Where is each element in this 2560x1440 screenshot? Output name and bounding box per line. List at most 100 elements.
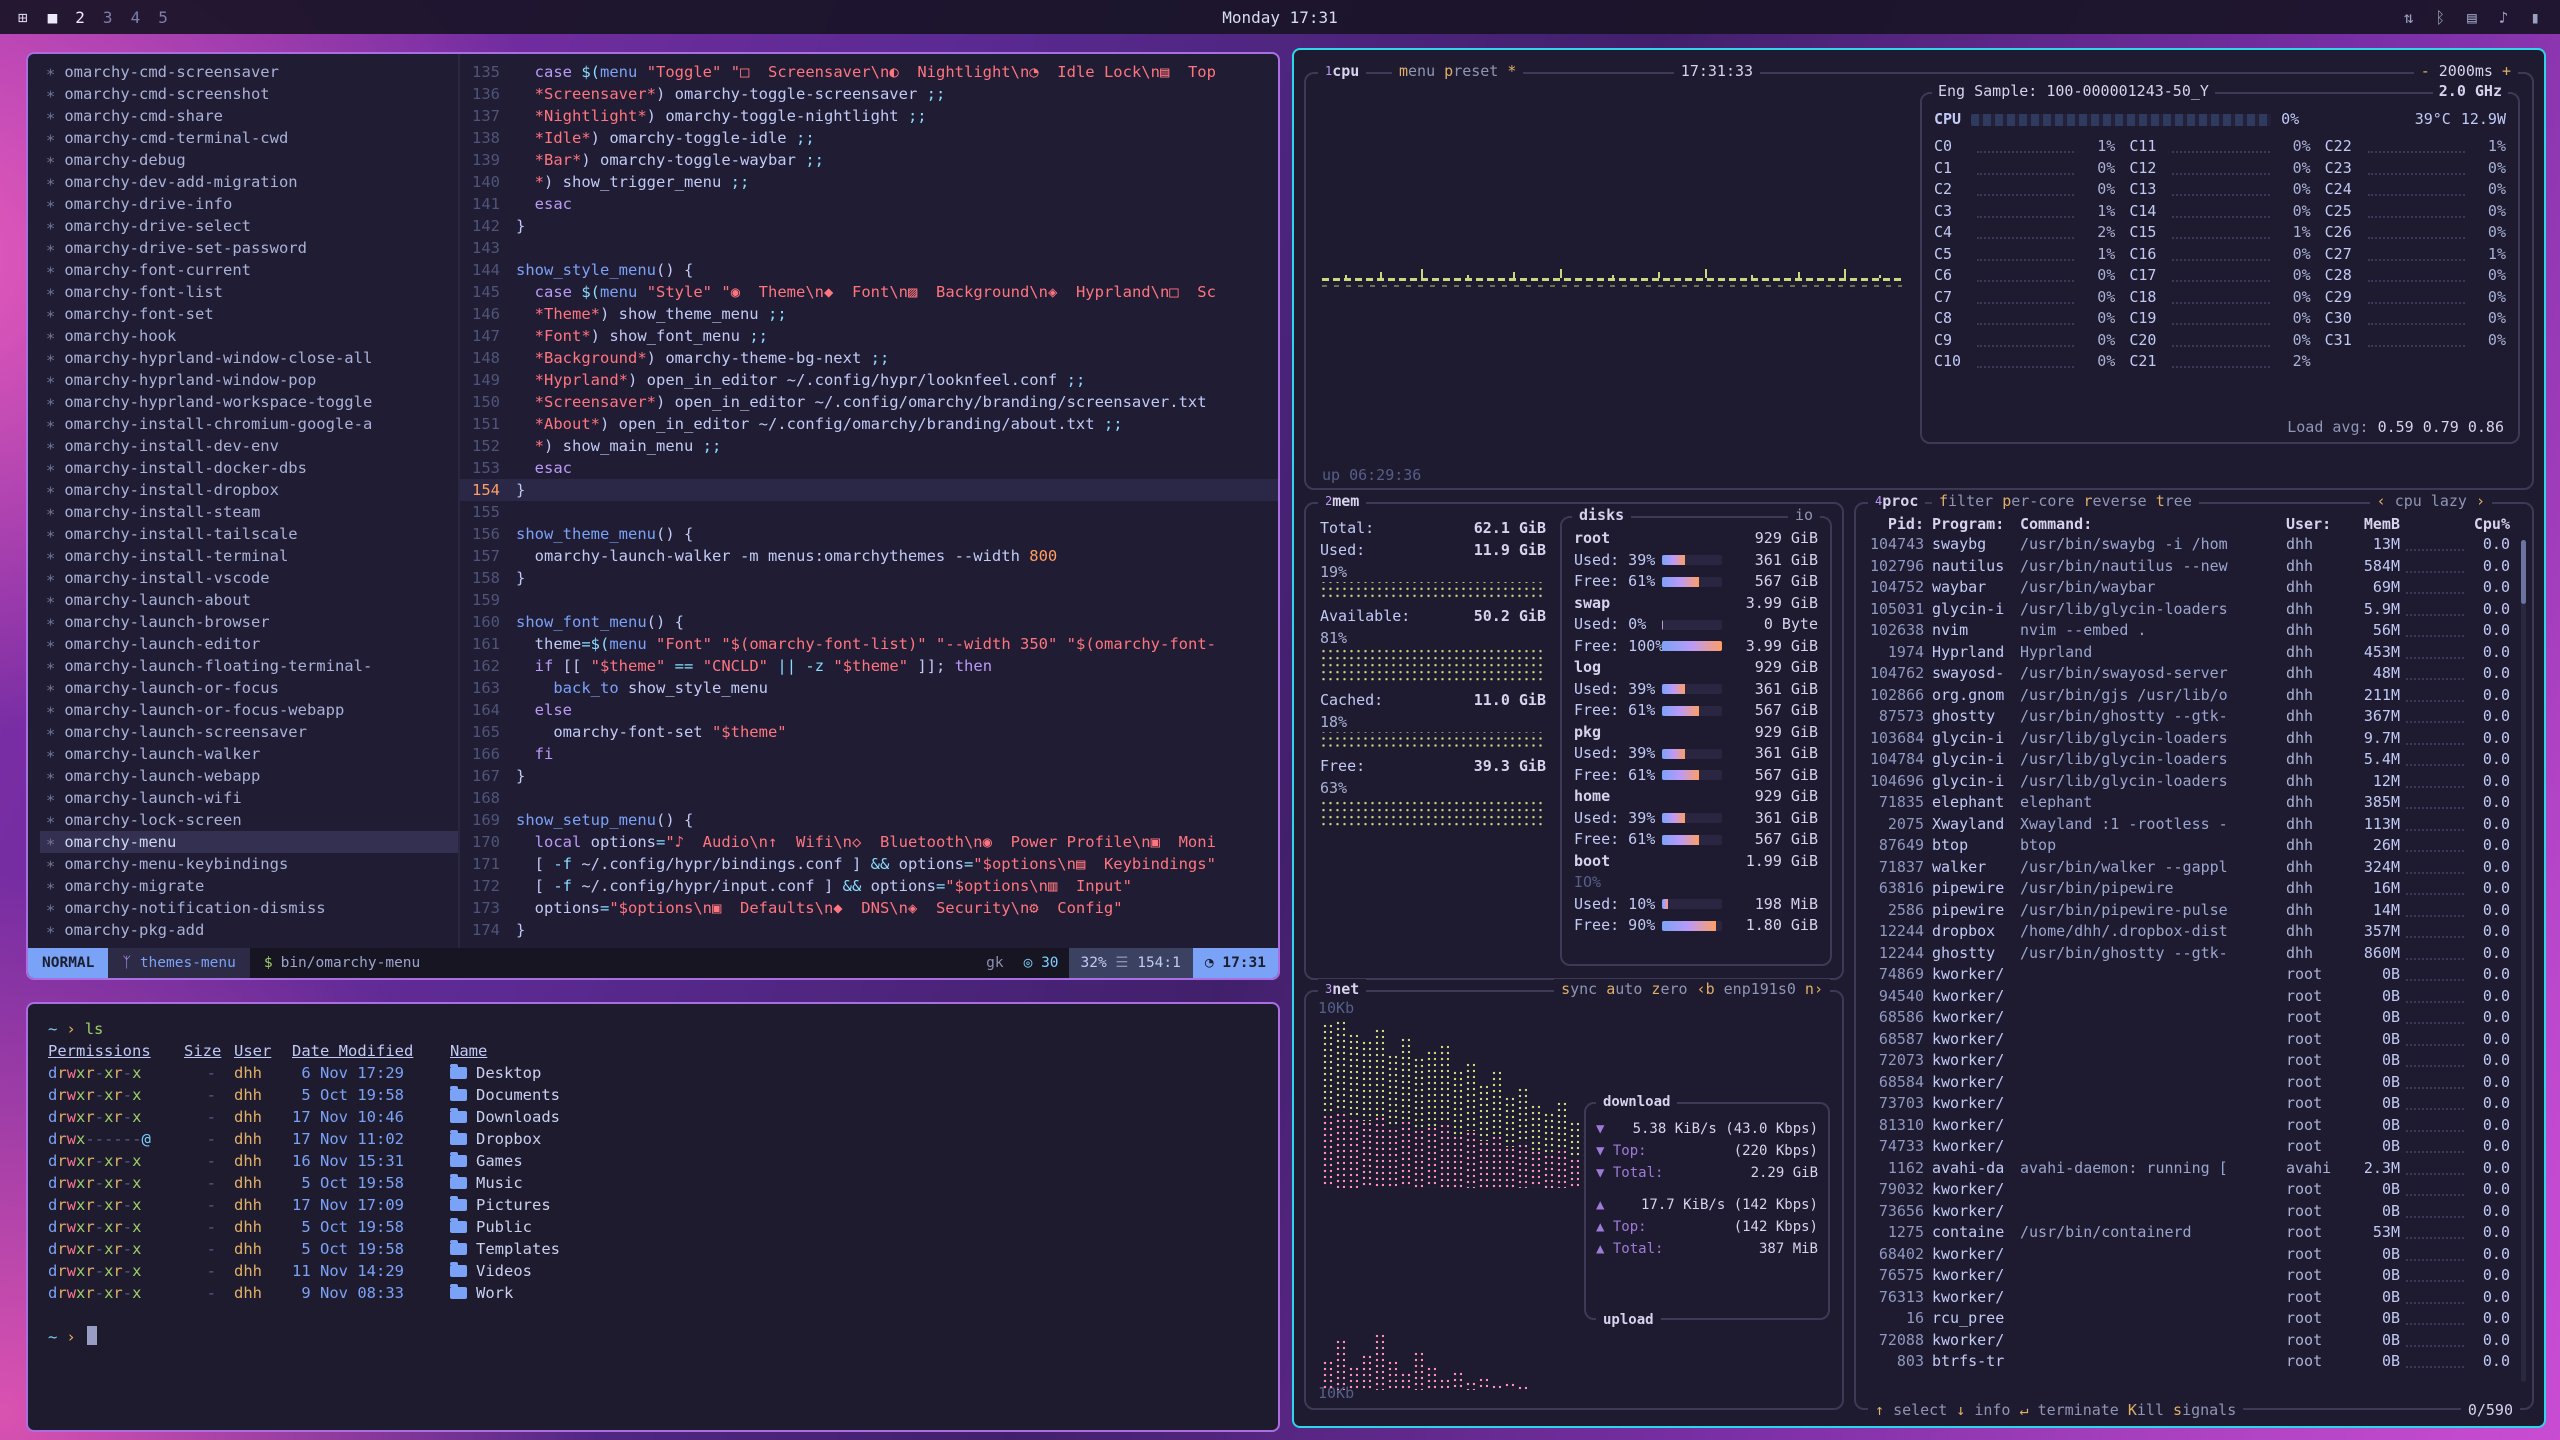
workspace-5[interactable]: 5	[158, 8, 168, 27]
interval-plus-button[interactable]: +	[2502, 62, 2511, 80]
workspace-1[interactable]: ■	[48, 8, 58, 27]
terminal-window[interactable]: ~ › ls Permissions Size User Date Modifi…	[26, 1002, 1280, 1432]
tree-item[interactable]: ∗omarchy-launch-screensaver	[40, 721, 458, 743]
tree-item[interactable]: ∗omarchy-install-vscode	[40, 567, 458, 589]
disk-entry[interactable]: root929 GiBUsed: 39%361 GiBFree: 61%567 …	[1574, 528, 1818, 593]
tree-item[interactable]: ∗omarchy-install-tailscale	[40, 523, 458, 545]
bluetooth-icon[interactable]: ᛒ	[2435, 8, 2445, 27]
file-row[interactable]: drwx------@-dhh17 Nov 11:02Dropbox	[48, 1128, 1258, 1150]
process-row[interactable]: 104752waybar/usr/bin/waybardhh69M0.0	[1856, 577, 2532, 599]
tree-item[interactable]: ∗omarchy-install-docker-dbs	[40, 457, 458, 479]
code-line[interactable]: 157 omarchy-launch-walker -m menus:omarc…	[460, 545, 1278, 567]
code-line[interactable]: 155	[460, 501, 1278, 523]
code-line[interactable]: 139 *Bar*) omarchy-toggle-waybar ;;	[460, 149, 1278, 171]
header-cpu[interactable]: Cpu%	[2470, 514, 2510, 534]
disk-entry[interactable]: log929 GiBUsed: 39%361 GiBFree: 61%567 G…	[1574, 657, 1818, 722]
code-line[interactable]: 169show_setup_menu() {	[460, 809, 1278, 831]
tree-item[interactable]: ∗omarchy-font-list	[40, 281, 458, 303]
code-line[interactable]: 147 *Font*) show_font_menu ;;	[460, 325, 1278, 347]
process-row[interactable]: 803btrfs-trroot0B0.0	[1856, 1351, 2532, 1373]
tree-item[interactable]: ∗omarchy-launch-webapp	[40, 765, 458, 787]
network-arrows-icon[interactable]: ⇅	[2404, 8, 2414, 27]
cpu-buttons[interactable]: menu preset *	[1392, 61, 1523, 83]
code-line[interactable]: 153 esac	[460, 457, 1278, 479]
header-pid[interactable]: Pid:	[1870, 514, 1932, 534]
process-row[interactable]: 12244ghostty/usr/bin/ghostty --gtk-dhh86…	[1856, 943, 2532, 965]
code-line[interactable]: 172 [ -f ~/.config/hypr/input.conf ] && …	[460, 875, 1278, 897]
process-row[interactable]: 73656kworker/root0B0.0	[1856, 1201, 2532, 1223]
tree-item[interactable]: ∗omarchy-cmd-share	[40, 105, 458, 127]
process-row[interactable]: 2075XwaylandXwayland :1 -rootless -dhh11…	[1856, 814, 2532, 836]
volume-icon[interactable]: ♪	[2499, 8, 2509, 27]
disks-title[interactable]: disks	[1572, 505, 1631, 527]
code-line[interactable]: 168	[460, 787, 1278, 809]
process-row[interactable]: 68586kworker/root0B0.0	[1856, 1007, 2532, 1029]
process-row[interactable]: 74733kworker/root0B0.0	[1856, 1136, 2532, 1158]
process-row[interactable]: 74869kworker/root0B0.0	[1856, 964, 2532, 986]
disk-entry[interactable]: pkg929 GiBUsed: 39%361 GiBFree: 61%567 G…	[1574, 722, 1818, 787]
code-line[interactable]: 170 local options="♪ Audio\n↑ Wifi\n◇ Bl…	[460, 831, 1278, 853]
process-row[interactable]: 76575kworker/root0B0.0	[1856, 1265, 2532, 1287]
file-row[interactable]: drwxr-xr-x-dhh 5 Oct 19:58Templates	[48, 1238, 1258, 1260]
process-row[interactable]: 104743swaybg/usr/bin/swaybg -i /homdhh13…	[1856, 534, 2532, 556]
file-row[interactable]: drwxr-xr-x-dhh17 Nov 17:09Pictures	[48, 1194, 1258, 1216]
tree-item[interactable]: ∗omarchy-cmd-screensaver	[40, 61, 458, 83]
process-row[interactable]: 1974HyprlandHyprlanddhh453M0.0	[1856, 642, 2532, 664]
disk-entry[interactable]: boot1.99 GiBIO%Used: 10%198 MiBFree: 90%…	[1574, 851, 1818, 937]
tree-item[interactable]: ∗omarchy-install-chromium-google-a	[40, 413, 458, 435]
process-row[interactable]: 68402kworker/root0B0.0	[1856, 1244, 2532, 1266]
process-row[interactable]: 2586pipewire/usr/bin/pipewire-pulsedhh14…	[1856, 900, 2532, 922]
process-row[interactable]: 68587kworker/root0B0.0	[1856, 1029, 2532, 1051]
code-line[interactable]: 171 [ -f ~/.config/hypr/bindings.conf ] …	[460, 853, 1278, 875]
battery-icon[interactable]: ▮	[2530, 8, 2540, 27]
tree-item[interactable]: ∗omarchy-menu-keybindings	[40, 853, 458, 875]
tree-item[interactable]: ∗omarchy-drive-info	[40, 193, 458, 215]
code-line[interactable]: 143	[460, 237, 1278, 259]
tree-item[interactable]: ∗omarchy-cmd-terminal-cwd	[40, 127, 458, 149]
btop-window[interactable]: 1cpu menu preset * 17:31:33 - 2000ms + E…	[1292, 48, 2546, 1428]
tree-item[interactable]: ∗omarchy-drive-set-password	[40, 237, 458, 259]
tree-item[interactable]: ∗omarchy-launch-browser	[40, 611, 458, 633]
code-line[interactable]: 142}	[460, 215, 1278, 237]
tree-item[interactable]: ∗omarchy-hyprland-window-close-all	[40, 347, 458, 369]
proc-footer[interactable]: ↑ select ↓ info ↵ terminate Kill signals	[1868, 1400, 2243, 1422]
code-line[interactable]: 151 *About*) open_in_editor ~/.config/om…	[460, 413, 1278, 435]
tree-item[interactable]: ∗omarchy-launch-about	[40, 589, 458, 611]
process-row[interactable]: 103684glycin-i/usr/lib/glycin-loadersdhh…	[1856, 728, 2532, 750]
process-row[interactable]: 73703kworker/root0B0.0	[1856, 1093, 2532, 1115]
process-row[interactable]: 87649btopbtopdhh26M0.0	[1856, 835, 2532, 857]
tree-item[interactable]: ∗omarchy-cmd-screenshot	[40, 83, 458, 105]
code-line[interactable]: 161 theme=$(menu "Font" "$(omarchy-font-…	[460, 633, 1278, 655]
code-line[interactable]: 145 case $(menu "Style" "◉ Theme\n◆ Font…	[460, 281, 1278, 303]
process-row[interactable]: 81310kworker/root0B0.0	[1856, 1115, 2532, 1137]
prompt-line-2[interactable]: ~ ›	[48, 1326, 1258, 1348]
process-row[interactable]: 104696glycin-i/usr/lib/glycin-loadersdhh…	[1856, 771, 2532, 793]
tree-item[interactable]: ∗omarchy-install-dropbox	[40, 479, 458, 501]
launcher-logo-icon[interactable]: ⊞	[18, 8, 28, 27]
process-row[interactable]: 104762swayosd-/usr/bin/swayosd-serverdhh…	[1856, 663, 2532, 685]
tree-item[interactable]: ∗omarchy-migrate	[40, 875, 458, 897]
tree-item[interactable]: ∗omarchy-dev-add-migration	[40, 171, 458, 193]
display-icon[interactable]: ▤	[2467, 8, 2477, 27]
code-line[interactable]: 164 else	[460, 699, 1278, 721]
cpu-box-title[interactable]: 1cpu	[1318, 61, 1366, 83]
process-row[interactable]: 12244dropbox/home/dhh/.dropbox-distdhh35…	[1856, 921, 2532, 943]
header-user[interactable]: User:	[2286, 514, 2348, 534]
process-row[interactable]: 1162avahi-daavahi-daemon: running [avahi…	[1856, 1158, 2532, 1180]
process-row[interactable]: 1275containe/usr/bin/containerdroot53M0.…	[1856, 1222, 2532, 1244]
process-row[interactable]: 71835elephantelephantdhh385M0.0	[1856, 792, 2532, 814]
code-line[interactable]: 173 options="$options\n▣ Defaults\n◆ DNS…	[460, 897, 1278, 919]
process-row[interactable]: 63816pipewire/usr/bin/pipewiredhh16M0.0	[1856, 878, 2532, 900]
git-branch[interactable]: ᛉ themes-menu	[108, 948, 249, 978]
tree-item[interactable]: ∗omarchy-drive-select	[40, 215, 458, 237]
process-row[interactable]: 71837walker/usr/bin/walker --gappldhh324…	[1856, 857, 2532, 879]
code-line[interactable]: 166 fi	[460, 743, 1278, 765]
code-line[interactable]: 150 *Screensaver*) open_in_editor ~/.con…	[460, 391, 1278, 413]
tree-item[interactable]: ∗omarchy-hyprland-window-pop	[40, 369, 458, 391]
header-command[interactable]: Command:	[2020, 514, 2286, 534]
disk-entry[interactable]: home929 GiBUsed: 39%361 GiBFree: 61%567 …	[1574, 786, 1818, 851]
disk-entry[interactable]: swap3.99 GiBUsed: 0%0 ByteFree: 100%3.99…	[1574, 593, 1818, 658]
tree-item[interactable]: ∗omarchy-font-set	[40, 303, 458, 325]
code-line[interactable]: 174}	[460, 919, 1278, 941]
process-row[interactable]: 72088kworker/root0B0.0	[1856, 1330, 2532, 1352]
